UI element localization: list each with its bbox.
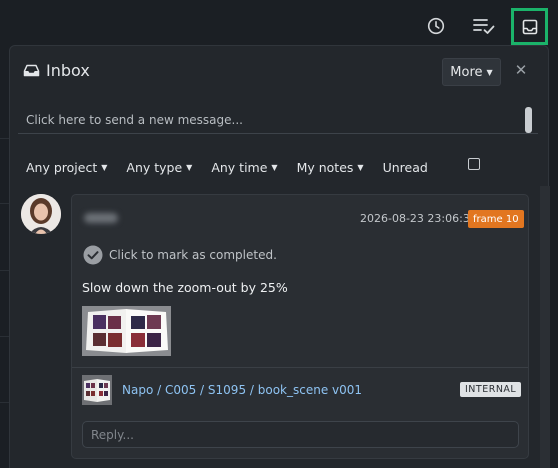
inbox-tray-icon xyxy=(522,19,537,34)
more-button-label: More xyxy=(450,64,483,80)
more-button[interactable]: More ▼ xyxy=(442,58,501,86)
chevron-down-icon: ▼ xyxy=(357,162,364,172)
inbox-panel: Inbox More ▼ ✕ Click here to send a new … xyxy=(9,45,550,468)
list-scrollbar[interactable] xyxy=(540,186,550,468)
card-divider xyxy=(72,367,528,368)
notes-filter-label: My notes xyxy=(296,159,354,175)
project-filter[interactable]: Any project ▼ xyxy=(26,160,107,175)
avatar xyxy=(21,194,61,234)
chevron-down-icon: ▼ xyxy=(271,162,278,172)
filter-bar: Any project ▼ Any type ▼ Any time ▼ My n… xyxy=(26,157,428,177)
clock-icon xyxy=(427,17,445,35)
checklist-icon xyxy=(473,19,495,34)
unread-filter-label: Unread xyxy=(382,159,428,175)
background-grid-line xyxy=(0,402,9,403)
inbox-button[interactable] xyxy=(511,8,548,45)
visibility-badge: INTERNAL xyxy=(460,382,522,397)
time-filter[interactable]: Any time ▼ xyxy=(211,160,277,175)
clock-button[interactable] xyxy=(422,12,450,40)
message-body: Slow down the zoom-out by 25% xyxy=(82,280,288,295)
attachment-thumbnail[interactable] xyxy=(82,306,171,356)
author-name-redacted xyxy=(84,213,118,223)
mark-complete-toggle[interactable]: Click to mark as completed. xyxy=(83,245,277,265)
panel-header: Inbox More ▼ ✕ xyxy=(10,46,548,100)
chevron-down-icon: ▼ xyxy=(486,67,493,77)
entity-thumbnail[interactable] xyxy=(82,375,112,405)
background-grid-line xyxy=(0,336,9,337)
background-grid-line xyxy=(0,203,9,204)
inbox-icon xyxy=(23,64,40,77)
time-filter-label: Any time xyxy=(211,159,268,175)
frame-badge[interactable]: frame 10 xyxy=(468,210,524,228)
entity-path-link[interactable]: Napo / C005 / S1095 / book_scene v001 xyxy=(122,383,362,397)
message-card: 2026-08-23 23:06:38 frame 10 Click to ma… xyxy=(71,194,529,459)
new-message-input[interactable]: Click here to send a new message... xyxy=(18,108,538,134)
unread-checkbox[interactable] xyxy=(468,158,480,170)
mark-complete-label: Click to mark as completed. xyxy=(109,248,277,262)
top-toolbar xyxy=(0,0,558,46)
close-button[interactable]: ✕ xyxy=(513,61,529,79)
checklist-button[interactable] xyxy=(470,12,498,40)
type-filter-label: Any type xyxy=(126,159,183,175)
check-circle-icon xyxy=(83,245,103,265)
background-grid-line xyxy=(0,270,9,271)
notes-filter[interactable]: My notes ▼ xyxy=(297,160,364,175)
chevron-down-icon: ▼ xyxy=(101,162,108,172)
panel-title-text: Inbox xyxy=(46,61,90,80)
project-filter-label: Any project xyxy=(26,159,98,175)
entity-link-row: Napo / C005 / S1095 / book_scene v001 xyxy=(82,375,362,405)
message-timestamp: 2026-08-23 23:06:38 xyxy=(360,212,477,225)
compose-scrollbar[interactable] xyxy=(525,107,532,133)
panel-title: Inbox xyxy=(23,61,90,80)
type-filter[interactable]: Any type ▼ xyxy=(126,160,192,175)
background-grid-line xyxy=(0,138,9,139)
reply-input[interactable]: Reply... xyxy=(82,421,519,448)
chevron-down-icon: ▼ xyxy=(186,162,193,172)
